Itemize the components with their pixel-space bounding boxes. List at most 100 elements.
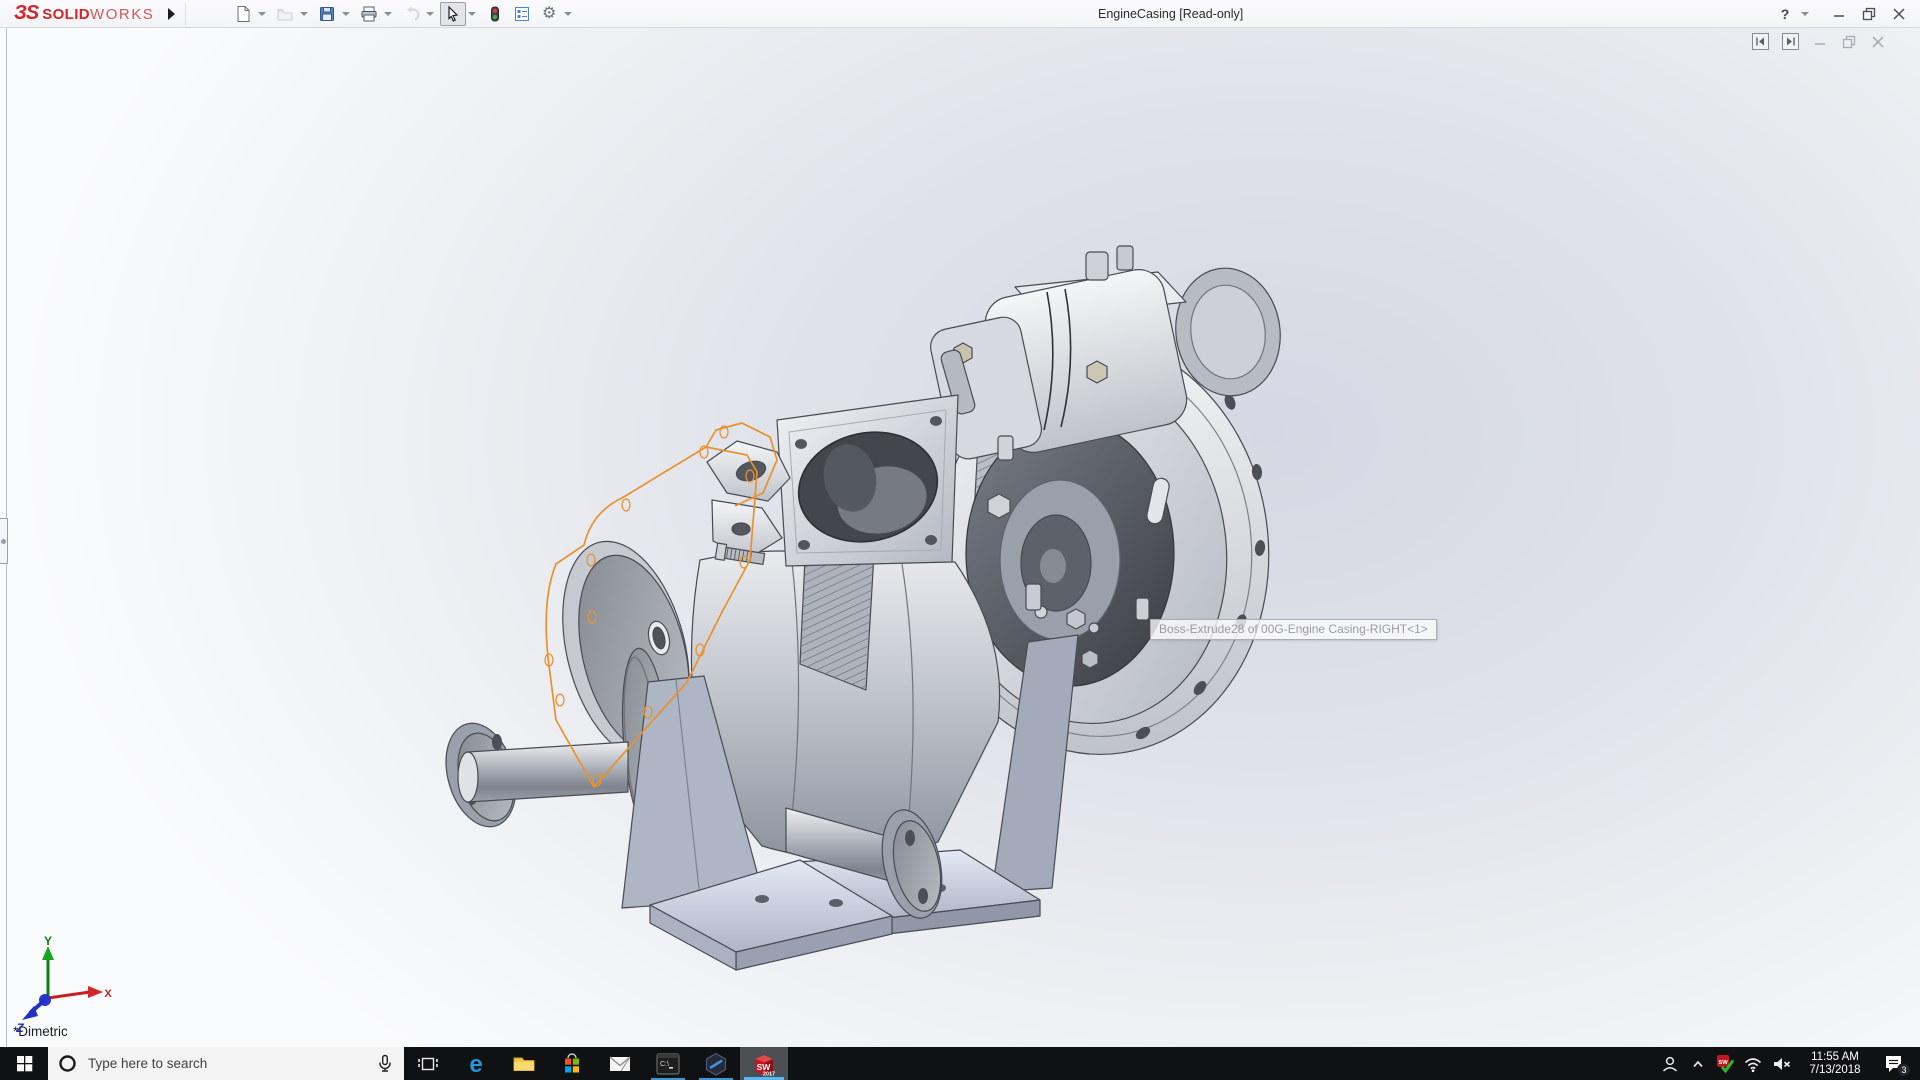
start-button[interactable] <box>0 1047 48 1080</box>
clock-tray-button[interactable]: 11:55 AM 7/13/2018 <box>1797 1047 1873 1080</box>
open-folder-icon <box>276 5 294 23</box>
window-controls: ? <box>1770 0 1914 28</box>
help-dropdown-caret[interactable] <box>1801 12 1809 16</box>
edge-icon: e <box>463 1051 489 1077</box>
microsoft-store-icon <box>560 1052 584 1076</box>
main-toolbar: ⚙ <box>230 2 577 26</box>
taskbar-search-box[interactable] <box>48 1047 404 1080</box>
taskbar-app-task-view[interactable] <box>404 1047 452 1080</box>
options-dropdown-caret[interactable] <box>564 12 572 16</box>
taskbar-app-hexagon[interactable] <box>692 1047 740 1080</box>
close-button[interactable] <box>1884 1 1914 27</box>
save-button[interactable] <box>314 2 340 26</box>
taskbar-app-mail[interactable] <box>596 1047 644 1080</box>
people-tray-button[interactable] <box>1655 1047 1685 1080</box>
solidworks-logo-mark: ЗS <box>14 2 38 25</box>
volume-muted-icon <box>1771 1054 1793 1074</box>
model-tooltip: Boss-Extrude28 of 00G-Engine Casing-RIGH… <box>1150 619 1437 640</box>
undo-icon <box>402 5 420 23</box>
action-center-button[interactable]: 3 <box>1873 1047 1913 1080</box>
options-button[interactable]: ⚙ <box>536 2 562 26</box>
open-button[interactable] <box>272 2 298 26</box>
toolbar-separator <box>185 3 186 25</box>
svg-text:C:\: C:\ <box>660 1061 669 1068</box>
tray-overflow-button[interactable] <box>1685 1047 1711 1080</box>
cortana-icon <box>58 1054 77 1073</box>
solidworks-logo: ЗS SOLID WORKS <box>0 2 154 25</box>
y-axis-arrow-icon <box>42 946 54 960</box>
taskbar-app-solidworks[interactable]: SW 2017 <box>740 1047 788 1080</box>
previous-document-button[interactable] <box>1752 33 1769 50</box>
stoplight-icon <box>486 5 504 23</box>
new-document-button[interactable] <box>230 2 256 26</box>
select-tool-button[interactable] <box>440 2 466 26</box>
taskbar-app-edge[interactable]: e <box>452 1047 500 1080</box>
restore-button[interactable] <box>1854 1 1884 27</box>
orientation-triad: Y X Z <box>8 936 118 1036</box>
svg-text:sw: sw <box>1718 1059 1728 1066</box>
notification-badge: 3 <box>1897 1063 1911 1077</box>
print-button[interactable] <box>356 2 382 26</box>
y-axis-label: Y <box>44 936 52 948</box>
wifi-tray-button[interactable] <box>1739 1047 1767 1080</box>
mail-icon <box>608 1052 632 1076</box>
save-dropdown-caret[interactable] <box>342 12 350 16</box>
panel-splitter-handle[interactable] <box>0 518 8 564</box>
minimize-document-button[interactable] <box>1812 34 1828 50</box>
volume-tray-button[interactable] <box>1767 1047 1797 1080</box>
windows-taskbar: e C:\ <box>0 1047 1920 1080</box>
solidworks-monitor-tray-button[interactable]: sw <box>1711 1047 1739 1080</box>
command-prompt-icon: C:\ <box>656 1053 680 1075</box>
document-window-controls <box>1752 33 1886 50</box>
solidworks-logo-text-bold: SOLID <box>42 6 90 23</box>
help-button[interactable]: ? <box>1770 1 1800 27</box>
select-dropdown-caret[interactable] <box>468 12 476 16</box>
select-cursor-icon <box>444 5 462 23</box>
x-axis-arrow-icon <box>88 986 103 998</box>
minimize-button[interactable] <box>1824 1 1854 27</box>
microphone-icon[interactable] <box>376 1054 394 1073</box>
svg-text:e: e <box>469 1051 482 1077</box>
restore-icon <box>1860 5 1878 23</box>
chevron-up-icon <box>1690 1056 1706 1072</box>
taskbar-app-microsoft-store[interactable] <box>548 1047 596 1080</box>
close-document-button[interactable] <box>1870 34 1886 50</box>
gear-icon: ⚙ <box>542 6 556 22</box>
solidworks-2017-icon: SW 2017 <box>751 1051 777 1077</box>
minimize-icon <box>1830 5 1848 23</box>
x-axis-label: X <box>104 988 112 1000</box>
hexagon-app-icon <box>704 1052 728 1076</box>
menu-flyout-arrow-icon[interactable] <box>168 8 175 20</box>
taskbar-app-file-explorer[interactable] <box>500 1047 548 1080</box>
view-orientation-label: *Dimetric <box>13 1024 68 1039</box>
restore-document-button[interactable] <box>1841 34 1857 50</box>
taskbar-app-command-prompt[interactable]: C:\ <box>644 1047 692 1080</box>
wifi-icon <box>1743 1054 1763 1074</box>
tray-time: 11:55 AM <box>1809 1051 1860 1064</box>
engine-casing-model[interactable] <box>0 28 1920 1047</box>
svg-text:SW: SW <box>757 1062 772 1072</box>
tray-date: 7/13/2018 <box>1809 1064 1860 1077</box>
graphics-viewport[interactable]: Boss-Extrude28 of 00G-Engine Casing-RIGH… <box>0 28 1920 1047</box>
print-icon <box>360 5 378 23</box>
solidworks-check-icon: sw <box>1714 1053 1736 1075</box>
new-dropdown-caret[interactable] <box>258 12 266 16</box>
window-title: EngineCasing [Read-only] <box>1098 7 1243 21</box>
properties-button[interactable] <box>509 2 535 26</box>
print-dropdown-caret[interactable] <box>384 12 392 16</box>
carburetor-flange[interactable] <box>777 395 958 566</box>
help-icon: ? <box>1781 6 1790 22</box>
new-document-icon <box>234 5 252 23</box>
open-dropdown-caret[interactable] <box>300 12 308 16</box>
undo-button[interactable] <box>398 2 424 26</box>
title-bar: ЗS SOLID WORKS <box>0 0 1920 28</box>
splitter-dot-icon <box>1 539 6 544</box>
system-tray: sw 11:55 AM 7/13/2018 <box>1655 1047 1920 1080</box>
undo-dropdown-caret[interactable] <box>426 12 434 16</box>
next-document-button[interactable] <box>1782 33 1799 50</box>
save-floppy-icon <box>318 5 336 23</box>
search-input[interactable] <box>86 1055 367 1072</box>
task-view-icon <box>417 1053 439 1075</box>
close-icon <box>1890 5 1908 23</box>
display-stoplight-button[interactable] <box>482 2 508 26</box>
